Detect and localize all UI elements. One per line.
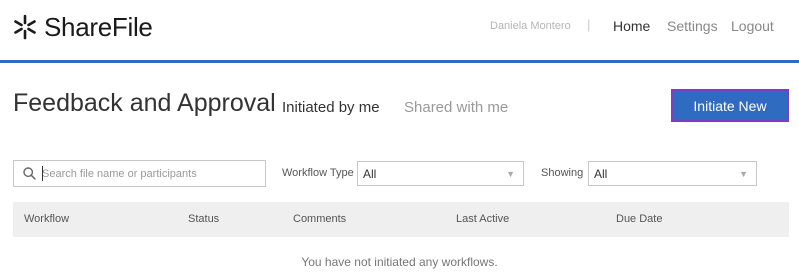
showing-label: Showing — [541, 167, 584, 179]
nav-separator: | — [587, 17, 591, 32]
showing-value: All — [594, 167, 608, 181]
tab-initiated-by-me[interactable]: Initiated by me — [282, 99, 380, 116]
workflow-type-label: Workflow Type — [282, 167, 354, 179]
sharefile-logo-icon — [12, 14, 38, 40]
search-icon — [23, 167, 36, 185]
nav-logout-link[interactable]: Logout — [731, 18, 774, 34]
column-header-status[interactable]: Status — [188, 213, 219, 225]
header-divider — [0, 60, 799, 63]
chevron-down-icon: ▼ — [739, 169, 748, 179]
workflow-type-value: All — [363, 167, 377, 181]
column-header-workflow[interactable]: Workflow — [24, 213, 69, 225]
showing-select[interactable]: All ▼ — [588, 161, 757, 186]
column-header-last-active[interactable]: Last Active — [456, 213, 509, 225]
column-header-due-date[interactable]: Due Date — [616, 213, 662, 225]
table-header: Workflow Status Comments Last Active Due… — [13, 202, 789, 237]
app-header: ShareFile Daniela Montero | Home Setting… — [0, 0, 799, 60]
chevron-down-icon: ▼ — [506, 169, 515, 179]
column-header-comments[interactable]: Comments — [293, 213, 346, 225]
user-name: Daniela Montero — [490, 20, 571, 32]
nav-home-link[interactable]: Home — [613, 18, 650, 34]
tab-shared-with-me[interactable]: Shared with me — [404, 99, 508, 116]
initiate-new-button[interactable]: Initiate New — [671, 89, 789, 122]
logo-text: ShareFile — [44, 11, 153, 42]
search-input[interactable] — [42, 162, 262, 185]
nav-settings-link[interactable]: Settings — [667, 18, 718, 34]
workflow-type-select[interactable]: All ▼ — [357, 161, 524, 186]
text-cursor — [42, 166, 43, 181]
sharefile-logo[interactable]: ShareFile — [12, 12, 153, 42]
page-title: Feedback and Approval — [13, 89, 276, 117]
search-box[interactable] — [13, 160, 266, 187]
empty-state-message: You have not initiated any workflows. — [301, 255, 498, 269]
